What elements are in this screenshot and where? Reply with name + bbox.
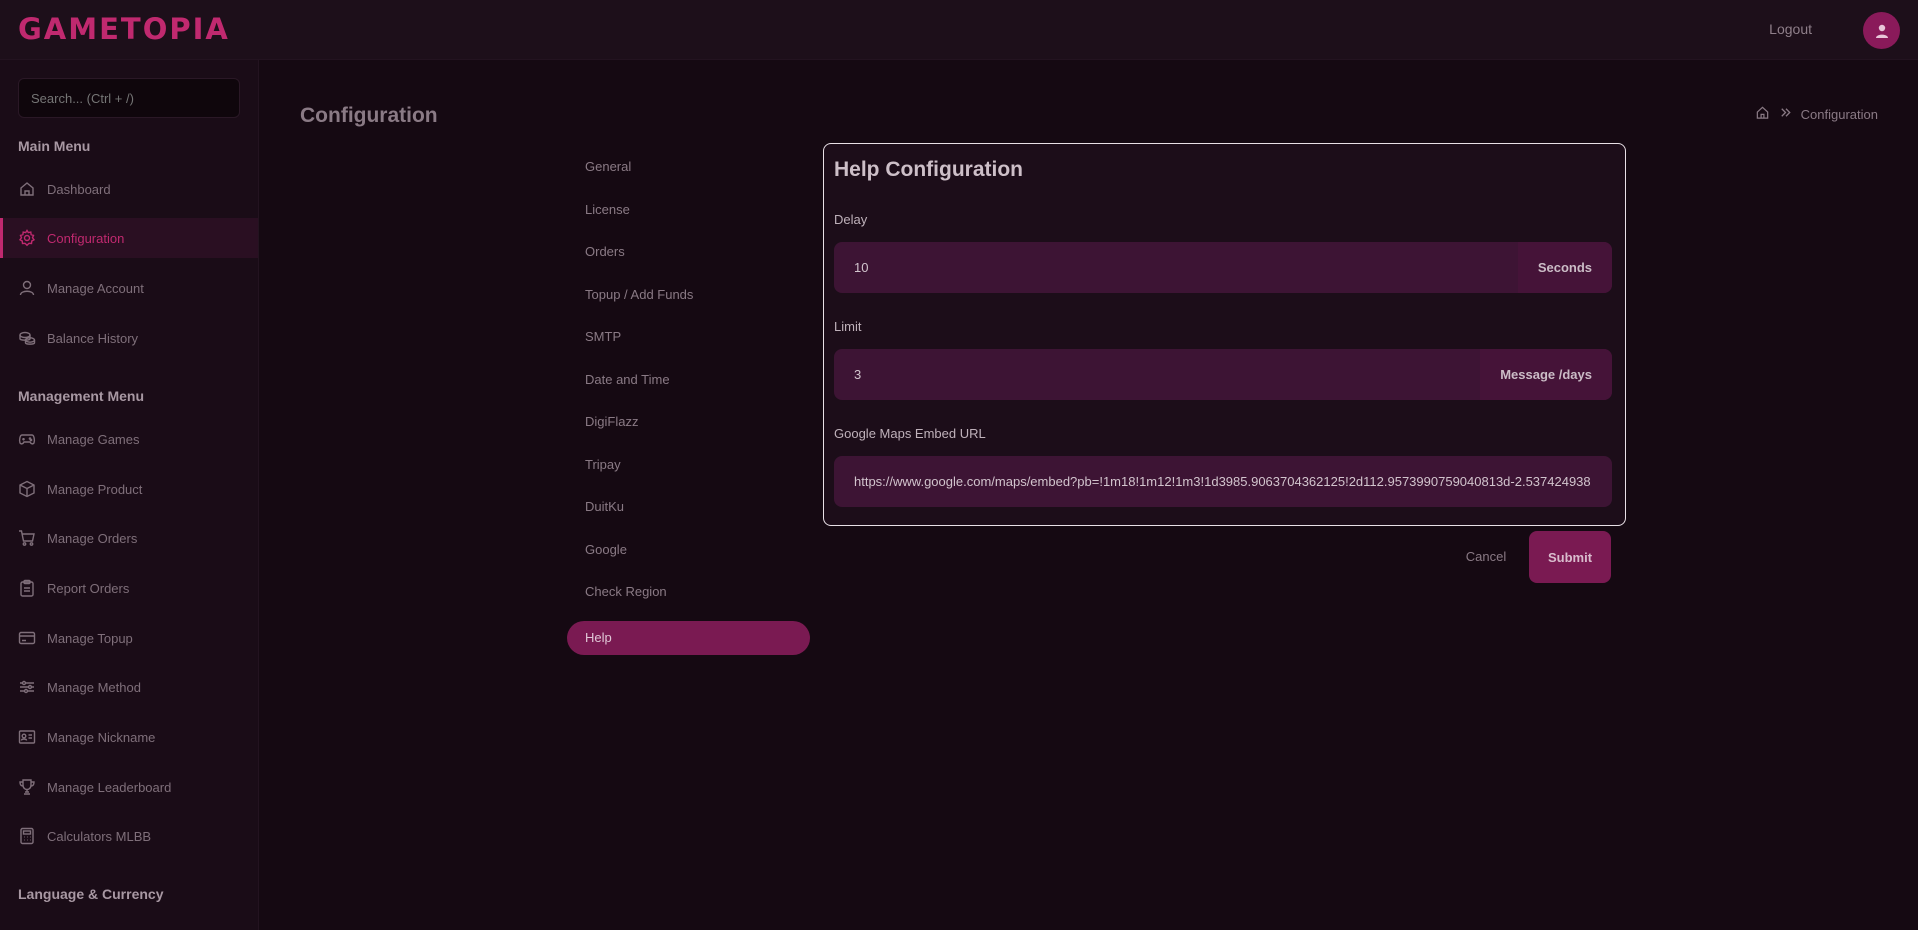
sidebar-item-calculators-mlbb[interactable]: Calculators MLBB	[0, 816, 258, 856]
user-avatar-icon	[1875, 24, 1888, 38]
config-tab-help[interactable]: Help	[567, 621, 810, 655]
search-input[interactable]	[18, 78, 240, 118]
sidebar-item-balance-history[interactable]: Balance History	[0, 318, 258, 358]
config-tab-smtp[interactable]: SMTP	[567, 320, 810, 354]
sidebar-item-label: Manage Orders	[47, 530, 138, 546]
config-tab-date-time[interactable]: Date and Time	[567, 363, 810, 397]
config-tab-topup[interactable]: Topup / Add Funds	[567, 278, 810, 312]
sidebar-item-dashboard[interactable]: Dashboard	[0, 169, 258, 209]
cancel-button[interactable]: Cancel	[1458, 545, 1514, 567]
logout-link[interactable]: Logout	[1769, 21, 1812, 37]
box-icon	[18, 480, 36, 498]
sidebar-item-report-orders[interactable]: Report Orders	[0, 568, 258, 608]
sidebar-item-label: Manage Games	[47, 431, 140, 447]
config-tab-license[interactable]: License	[567, 193, 810, 227]
management-menu-heading: Management Menu	[18, 388, 145, 404]
limit-input[interactable]	[834, 349, 1481, 400]
config-tab-general[interactable]: General	[567, 150, 810, 184]
avatar[interactable]	[1863, 12, 1900, 49]
sidebar-item-label: Manage Topup	[47, 630, 133, 646]
app-logo[interactable]: GAMETOPIA	[18, 12, 230, 46]
limit-unit: Message /days	[1480, 349, 1612, 400]
clipboard-icon	[18, 579, 36, 597]
maps-url-input[interactable]	[834, 456, 1612, 507]
cart-icon	[18, 529, 36, 547]
sidebar-item-label: Manage Leaderboard	[47, 779, 172, 795]
coins-icon	[18, 329, 36, 347]
gamepad-icon	[18, 430, 36, 448]
sidebar-item-label: Manage Nickname	[47, 729, 156, 745]
sidebar-item-label: Balance History	[47, 330, 139, 346]
calculator-icon	[18, 827, 36, 845]
breadcrumb: Configuration	[1755, 105, 1878, 123]
gear-icon	[18, 229, 36, 247]
sidebar-item-label: Manage Method	[47, 679, 141, 695]
config-tab-digiflazz[interactable]: DigiFlazz	[567, 405, 810, 439]
language-currency-heading: Language & Currency	[18, 886, 164, 902]
config-tab-tripay[interactable]: Tripay	[567, 448, 810, 482]
chevron-double-right-icon	[1778, 105, 1793, 123]
maps-url-label: Google Maps Embed URL	[834, 426, 986, 441]
sidebar-item-label: Report Orders	[47, 580, 130, 596]
limit-label: Limit	[834, 319, 862, 334]
page-title: Configuration	[300, 104, 438, 127]
id-card-icon	[18, 728, 36, 746]
trophy-icon	[18, 778, 36, 796]
sidebar-item-manage-account[interactable]: Manage Account	[0, 268, 258, 308]
home-icon	[18, 180, 36, 198]
home-icon[interactable]	[1755, 105, 1770, 123]
submit-button[interactable]: Submit	[1529, 531, 1611, 583]
delay-input-group: Seconds	[834, 242, 1612, 293]
sidebar-item-label: Manage Product	[47, 481, 143, 497]
sidebar-item-manage-topup[interactable]: Manage Topup	[0, 618, 258, 658]
top-bar: GAMETOPIA Logout	[0, 0, 1918, 60]
sidebar-item-label: Calculators MLBB	[47, 828, 152, 844]
help-configuration-panel: Help Configuration Delay Seconds Limit M…	[823, 143, 1626, 526]
sliders-icon	[18, 678, 36, 696]
config-tab-orders[interactable]: Orders	[567, 235, 810, 269]
sidebar-item-configuration[interactable]: Configuration	[0, 218, 258, 258]
maps-url-input-group	[834, 456, 1612, 507]
user-icon	[18, 279, 36, 297]
sidebar-item-label: Manage Account	[47, 280, 144, 296]
sidebar-item-manage-method[interactable]: Manage Method	[0, 667, 258, 707]
delay-label: Delay	[834, 212, 868, 227]
sidebar: Main Menu Dashboard Configuration Manage…	[0, 60, 259, 930]
sidebar-item-manage-games[interactable]: Manage Games	[0, 419, 258, 459]
sidebar-item-manage-product[interactable]: Manage Product	[0, 469, 258, 509]
limit-input-group: Message /days	[834, 349, 1612, 400]
config-tab-google[interactable]: Google	[567, 533, 810, 567]
card-icon	[18, 629, 36, 647]
sidebar-item-manage-nickname[interactable]: Manage Nickname	[0, 717, 258, 757]
sidebar-item-label: Dashboard	[47, 181, 111, 197]
config-tab-check-region[interactable]: Check Region	[567, 575, 810, 609]
panel-title: Help Configuration	[834, 158, 1023, 181]
sidebar-item-label: Configuration	[47, 230, 125, 246]
breadcrumb-current: Configuration	[1800, 106, 1878, 122]
delay-input[interactable]	[834, 242, 1518, 293]
main-menu-heading: Main Menu	[18, 138, 91, 154]
delay-unit: Seconds	[1517, 242, 1612, 293]
sidebar-item-manage-orders[interactable]: Manage Orders	[0, 518, 258, 558]
config-tab-duitku[interactable]: DuitKu	[567, 490, 810, 524]
sidebar-item-manage-leaderboard[interactable]: Manage Leaderboard	[0, 767, 258, 807]
